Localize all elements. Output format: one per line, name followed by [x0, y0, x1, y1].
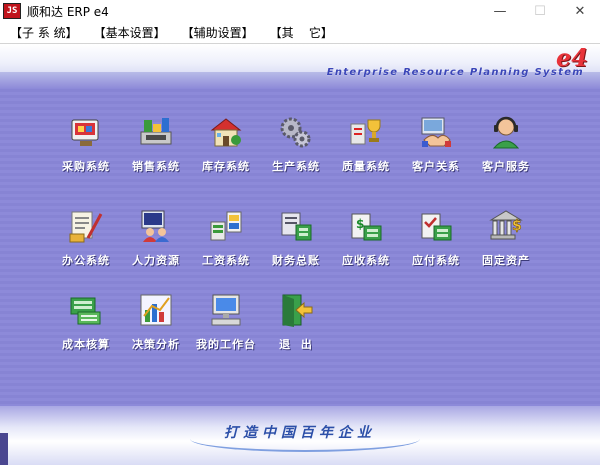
title-bar: JS 顺和达 ERP e4 — ☐ ✕: [0, 0, 600, 22]
module-label: 固定资产: [482, 254, 530, 267]
footer-band: 打造中国百年企业: [0, 406, 600, 465]
module-my-workstation[interactable]: 我的工作台: [190, 290, 262, 366]
menu-other[interactable]: 【其 它】: [264, 24, 339, 41]
menu-subsystems[interactable]: 【子 系 统】: [4, 24, 84, 41]
production-gears-icon: [280, 117, 311, 148]
customer-service-icon: [492, 116, 520, 149]
menu-auxiliary-settings[interactable]: 【辅助设置】: [176, 24, 260, 41]
payables-icon: [421, 213, 452, 241]
quality-trophy-icon: [350, 119, 381, 145]
module-label: 应付系统: [412, 254, 460, 267]
purchase-icon: [71, 119, 99, 146]
office-document-icon: [69, 211, 103, 243]
svg-text:$: $: [512, 218, 522, 234]
window-title: 顺和达 ERP e4: [27, 4, 109, 19]
module-purchase[interactable]: 采购系统: [50, 112, 122, 188]
module-label: 质量系统: [342, 160, 390, 173]
module-label: 决策分析: [132, 338, 180, 351]
workstation-computer-icon: [211, 294, 241, 326]
menu-basic-settings[interactable]: 【基本设置】: [88, 24, 172, 41]
module-label: 我的工作台: [196, 338, 256, 351]
module-payables[interactable]: 应付系统: [400, 206, 472, 282]
module-general-ledger[interactable]: 财务总账: [260, 206, 332, 282]
module-quality[interactable]: 质量系统: [330, 112, 402, 188]
module-label: 客户服务: [482, 160, 530, 173]
payroll-icon: [210, 211, 242, 241]
minimize-button[interactable]: —: [480, 0, 520, 22]
app-logo-icon: JS: [3, 3, 21, 19]
module-sales[interactable]: 销售系统: [120, 112, 192, 188]
module-exit[interactable]: 退 出: [260, 290, 332, 366]
receivables-icon: $: [351, 213, 382, 241]
module-decision-analysis[interactable]: 决策分析: [120, 290, 192, 366]
module-crm[interactable]: 客户关系: [400, 112, 472, 188]
exit-door-icon: [282, 294, 313, 327]
module-label: 退 出: [279, 338, 313, 351]
module-label: 库存系统: [202, 160, 250, 173]
close-button[interactable]: ✕: [560, 0, 600, 22]
module-label: 客户关系: [412, 160, 460, 173]
module-receivables[interactable]: $ 应收系统: [330, 206, 402, 282]
fixed-assets-icon: $: [489, 210, 523, 240]
module-fixed-assets[interactable]: $ 固定资产: [470, 206, 542, 282]
module-label: 成本核算: [62, 338, 110, 351]
module-production[interactable]: 生产系统: [260, 112, 332, 188]
module-label: 人力资源: [132, 254, 180, 267]
maximize-button[interactable]: ☐: [520, 0, 560, 22]
module-label: 工资系统: [202, 254, 250, 267]
human-resources-icon: [141, 210, 169, 242]
module-label: 办公系统: [62, 254, 110, 267]
svg-text:$: $: [356, 217, 364, 231]
module-hr[interactable]: 人力资源: [120, 206, 192, 282]
decision-chart-icon: [140, 294, 172, 326]
window-controls: — ☐ ✕: [480, 0, 600, 22]
footer-slogan: 打造中国百年企业: [224, 425, 376, 441]
module-label: 财务总账: [272, 254, 320, 267]
module-office[interactable]: 办公系统: [50, 206, 122, 282]
menu-bar: 【子 系 统】 【基本设置】 【辅助设置】 【其 它】: [0, 22, 600, 44]
module-label: 应收系统: [342, 254, 390, 267]
corner-decoration: [0, 433, 8, 465]
module-customer-service[interactable]: 客户服务: [470, 112, 542, 188]
sales-icon: [140, 118, 172, 145]
module-label: 生产系统: [272, 160, 320, 173]
module-label: 采购系统: [62, 160, 110, 173]
inventory-icon: [210, 118, 242, 147]
cost-accounting-icon: [70, 297, 101, 325]
handshake-icon: [421, 117, 451, 147]
erp-banner: Enterprise Resource Planning System: [326, 67, 584, 78]
module-label: 销售系统: [132, 160, 180, 173]
module-cost-accounting[interactable]: 成本核算: [50, 290, 122, 366]
ledger-icon: [281, 212, 312, 241]
module-inventory[interactable]: 库存系统: [190, 112, 262, 188]
main-panel: e4 Enterprise Resource Planning System 采…: [0, 44, 600, 465]
module-payroll[interactable]: 工资系统: [190, 206, 262, 282]
